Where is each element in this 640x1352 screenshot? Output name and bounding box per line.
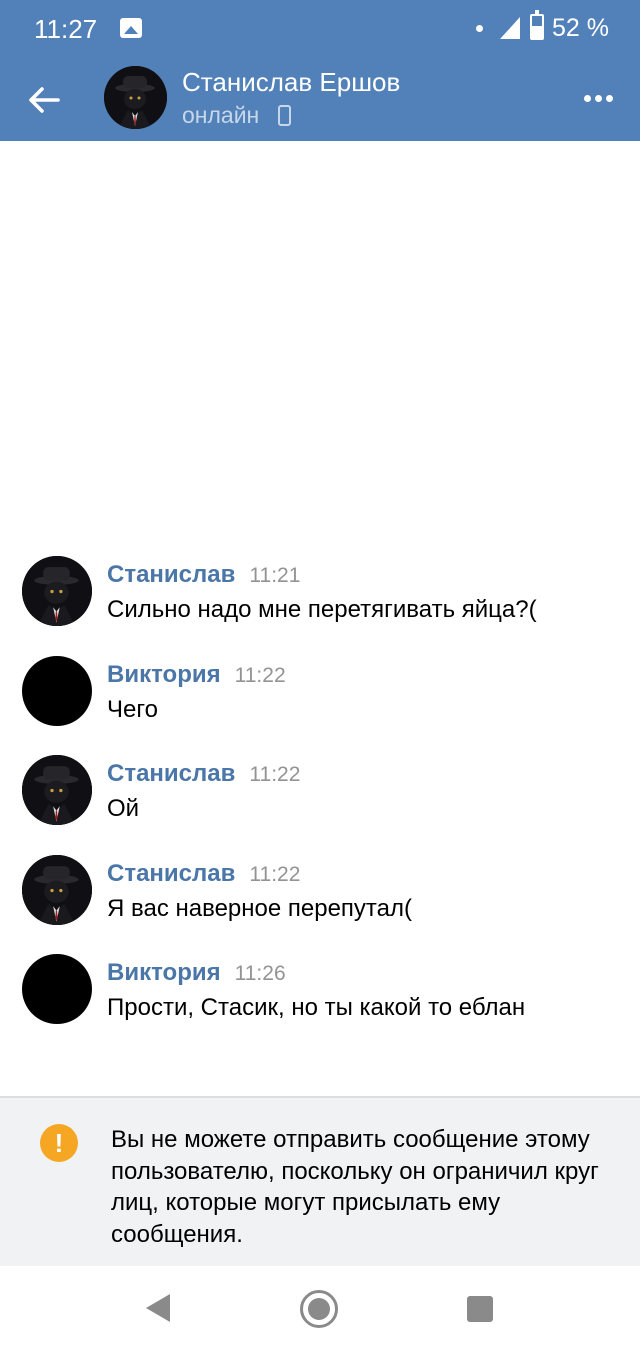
avatar[interactable] bbox=[22, 655, 92, 726]
arrow-left-icon bbox=[29, 87, 60, 113]
message-author[interactable]: Виктория 11:22 bbox=[107, 661, 286, 689]
status-time: 11:27 bbox=[34, 14, 98, 44]
message-text: Я вас наверное перепутал( bbox=[107, 894, 412, 922]
mobile-phone-icon bbox=[278, 105, 291, 126]
message-author[interactable]: Виктория 11:26 bbox=[107, 959, 286, 987]
signal-icon bbox=[500, 17, 520, 39]
cat-in-hat-avatar-icon bbox=[22, 854, 92, 925]
online-status: онлайн bbox=[182, 102, 260, 128]
status-bar: 11:27 52 % bbox=[0, 0, 640, 58]
message-text: Чего bbox=[107, 695, 158, 723]
message-author[interactable]: Станислав 11:21 bbox=[107, 561, 300, 589]
back-button[interactable] bbox=[22, 78, 66, 122]
message-time: 11:22 bbox=[249, 763, 301, 786]
author-name[interactable]: Станислав bbox=[107, 760, 235, 787]
battery-level: 52 % bbox=[552, 14, 609, 42]
more-options-button[interactable] bbox=[578, 84, 618, 114]
avatar[interactable] bbox=[22, 755, 92, 825]
restriction-notice: ! Вы не можете отправить сообщение этому… bbox=[0, 1096, 640, 1266]
battery-icon bbox=[530, 10, 544, 40]
message-item[interactable]: Виктория 11:22 Чего bbox=[0, 640, 640, 730]
avatar[interactable] bbox=[22, 954, 92, 1024]
author-name[interactable]: Станислав bbox=[107, 561, 235, 588]
message-time: 11:26 bbox=[234, 962, 286, 985]
cat-in-hat-avatar-icon bbox=[22, 556, 92, 626]
avatar[interactable] bbox=[22, 854, 92, 925]
message-item[interactable]: Виктория 11:26 Прости, Стасик, но ты какой… bbox=[0, 938, 640, 1028]
nav-back-icon[interactable] bbox=[146, 1294, 170, 1322]
message-time: 11:22 bbox=[249, 862, 301, 886]
message-item[interactable]: Станислав 11:22 Ой bbox=[0, 739, 640, 829]
avatar[interactable] bbox=[22, 556, 92, 626]
more-dots-icon bbox=[595, 95, 602, 102]
message-text: Сильно надо мне перетягивать яйца?( bbox=[107, 596, 537, 623]
chat-header: Станислав Ершов онлайн bbox=[0, 58, 640, 141]
author-name[interactable]: Виктория bbox=[107, 959, 221, 986]
author-name[interactable]: Станислав bbox=[107, 860, 235, 887]
message-author[interactable]: Станислав 11:22 bbox=[107, 860, 300, 888]
message-time: 11:22 bbox=[234, 663, 286, 687]
message-text: Ой bbox=[107, 795, 140, 822]
avatar[interactable] bbox=[104, 66, 167, 129]
notice-text: Вы не можете отправить сообщение этому п… bbox=[111, 1126, 599, 1248]
notification-dot-icon bbox=[476, 25, 483, 32]
message-text: Прости, Стасик, но ты какой то еблан bbox=[107, 994, 526, 1021]
more-dots-icon bbox=[584, 95, 591, 102]
system-navigation-bar bbox=[0, 1268, 640, 1352]
author-name[interactable]: Виктория bbox=[107, 661, 221, 688]
message-item[interactable]: Станислав 11:22 Я вас наверное перепутал( bbox=[0, 839, 640, 929]
gallery-notification-icon bbox=[120, 18, 142, 38]
contact-name: Станислав Ершов bbox=[182, 67, 401, 97]
cat-in-hat-avatar-icon bbox=[22, 755, 92, 825]
message-item[interactable]: Станислав 11:21 Сильно надо мне перетягива… bbox=[0, 540, 640, 630]
message-author[interactable]: Станислав 11:22 bbox=[107, 760, 300, 788]
cat-in-hat-avatar-icon bbox=[104, 66, 167, 129]
nav-recents-icon[interactable] bbox=[467, 1296, 493, 1322]
message-time: 11:21 bbox=[249, 564, 301, 587]
nav-home-icon[interactable] bbox=[300, 1290, 338, 1328]
warning-icon: ! bbox=[40, 1124, 78, 1162]
more-dots-icon bbox=[606, 95, 613, 102]
